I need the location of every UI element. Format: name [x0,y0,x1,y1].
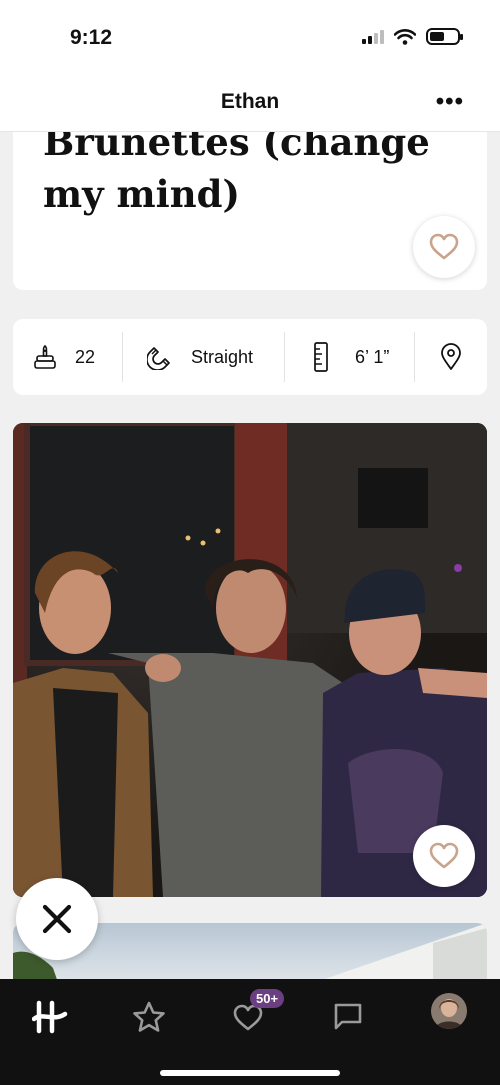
age-value: 22 [75,346,96,367]
hinge-logo-icon [32,1000,68,1034]
heart-icon [429,842,459,869]
battery-icon [426,28,463,45]
group-photo [13,423,487,897]
info-age: 22 [13,332,123,382]
x-icon [42,904,72,934]
nav-matches[interactable] [318,993,378,1041]
heart-icon [429,233,459,260]
like-prompt-button[interactable] [413,216,475,278]
nav-standouts[interactable] [119,993,179,1041]
more-options-button[interactable]: ••• [436,90,464,114]
magnet-icon [147,344,173,370]
profile-info-bar: 22 Straight 6’ 1” [13,319,487,395]
dislike-button[interactable] [16,878,98,960]
cellular-signal-icon [362,29,384,44]
avatar-image [431,993,467,1029]
info-height: 6’ 1” [285,332,415,382]
chat-bubble-icon [334,1003,362,1030]
star-icon [133,1001,165,1032]
nav-profile-avatar[interactable] [431,993,467,1029]
likes-count-badge: 50+ [250,989,285,1008]
home-indicator [160,1070,340,1076]
profile-photo [13,423,487,897]
status-icons [362,28,463,45]
like-photo-button[interactable] [413,825,475,887]
cake-icon [33,344,57,370]
sexuality-value: Straight [191,346,254,367]
ruler-icon [313,342,329,372]
wifi-icon [394,28,416,45]
page-title: Ethan [220,90,280,113]
info-location [415,332,487,382]
top-bar: 9:12 Ethan ••• [0,0,500,132]
height-value: 6’ 1” [355,346,390,367]
location-pin-icon [440,343,462,371]
bottom-navigation: 50+ [0,979,500,1085]
nav-home[interactable] [20,993,80,1041]
info-sexuality: Straight [123,332,285,382]
status-time: 9:12 [70,26,113,49]
